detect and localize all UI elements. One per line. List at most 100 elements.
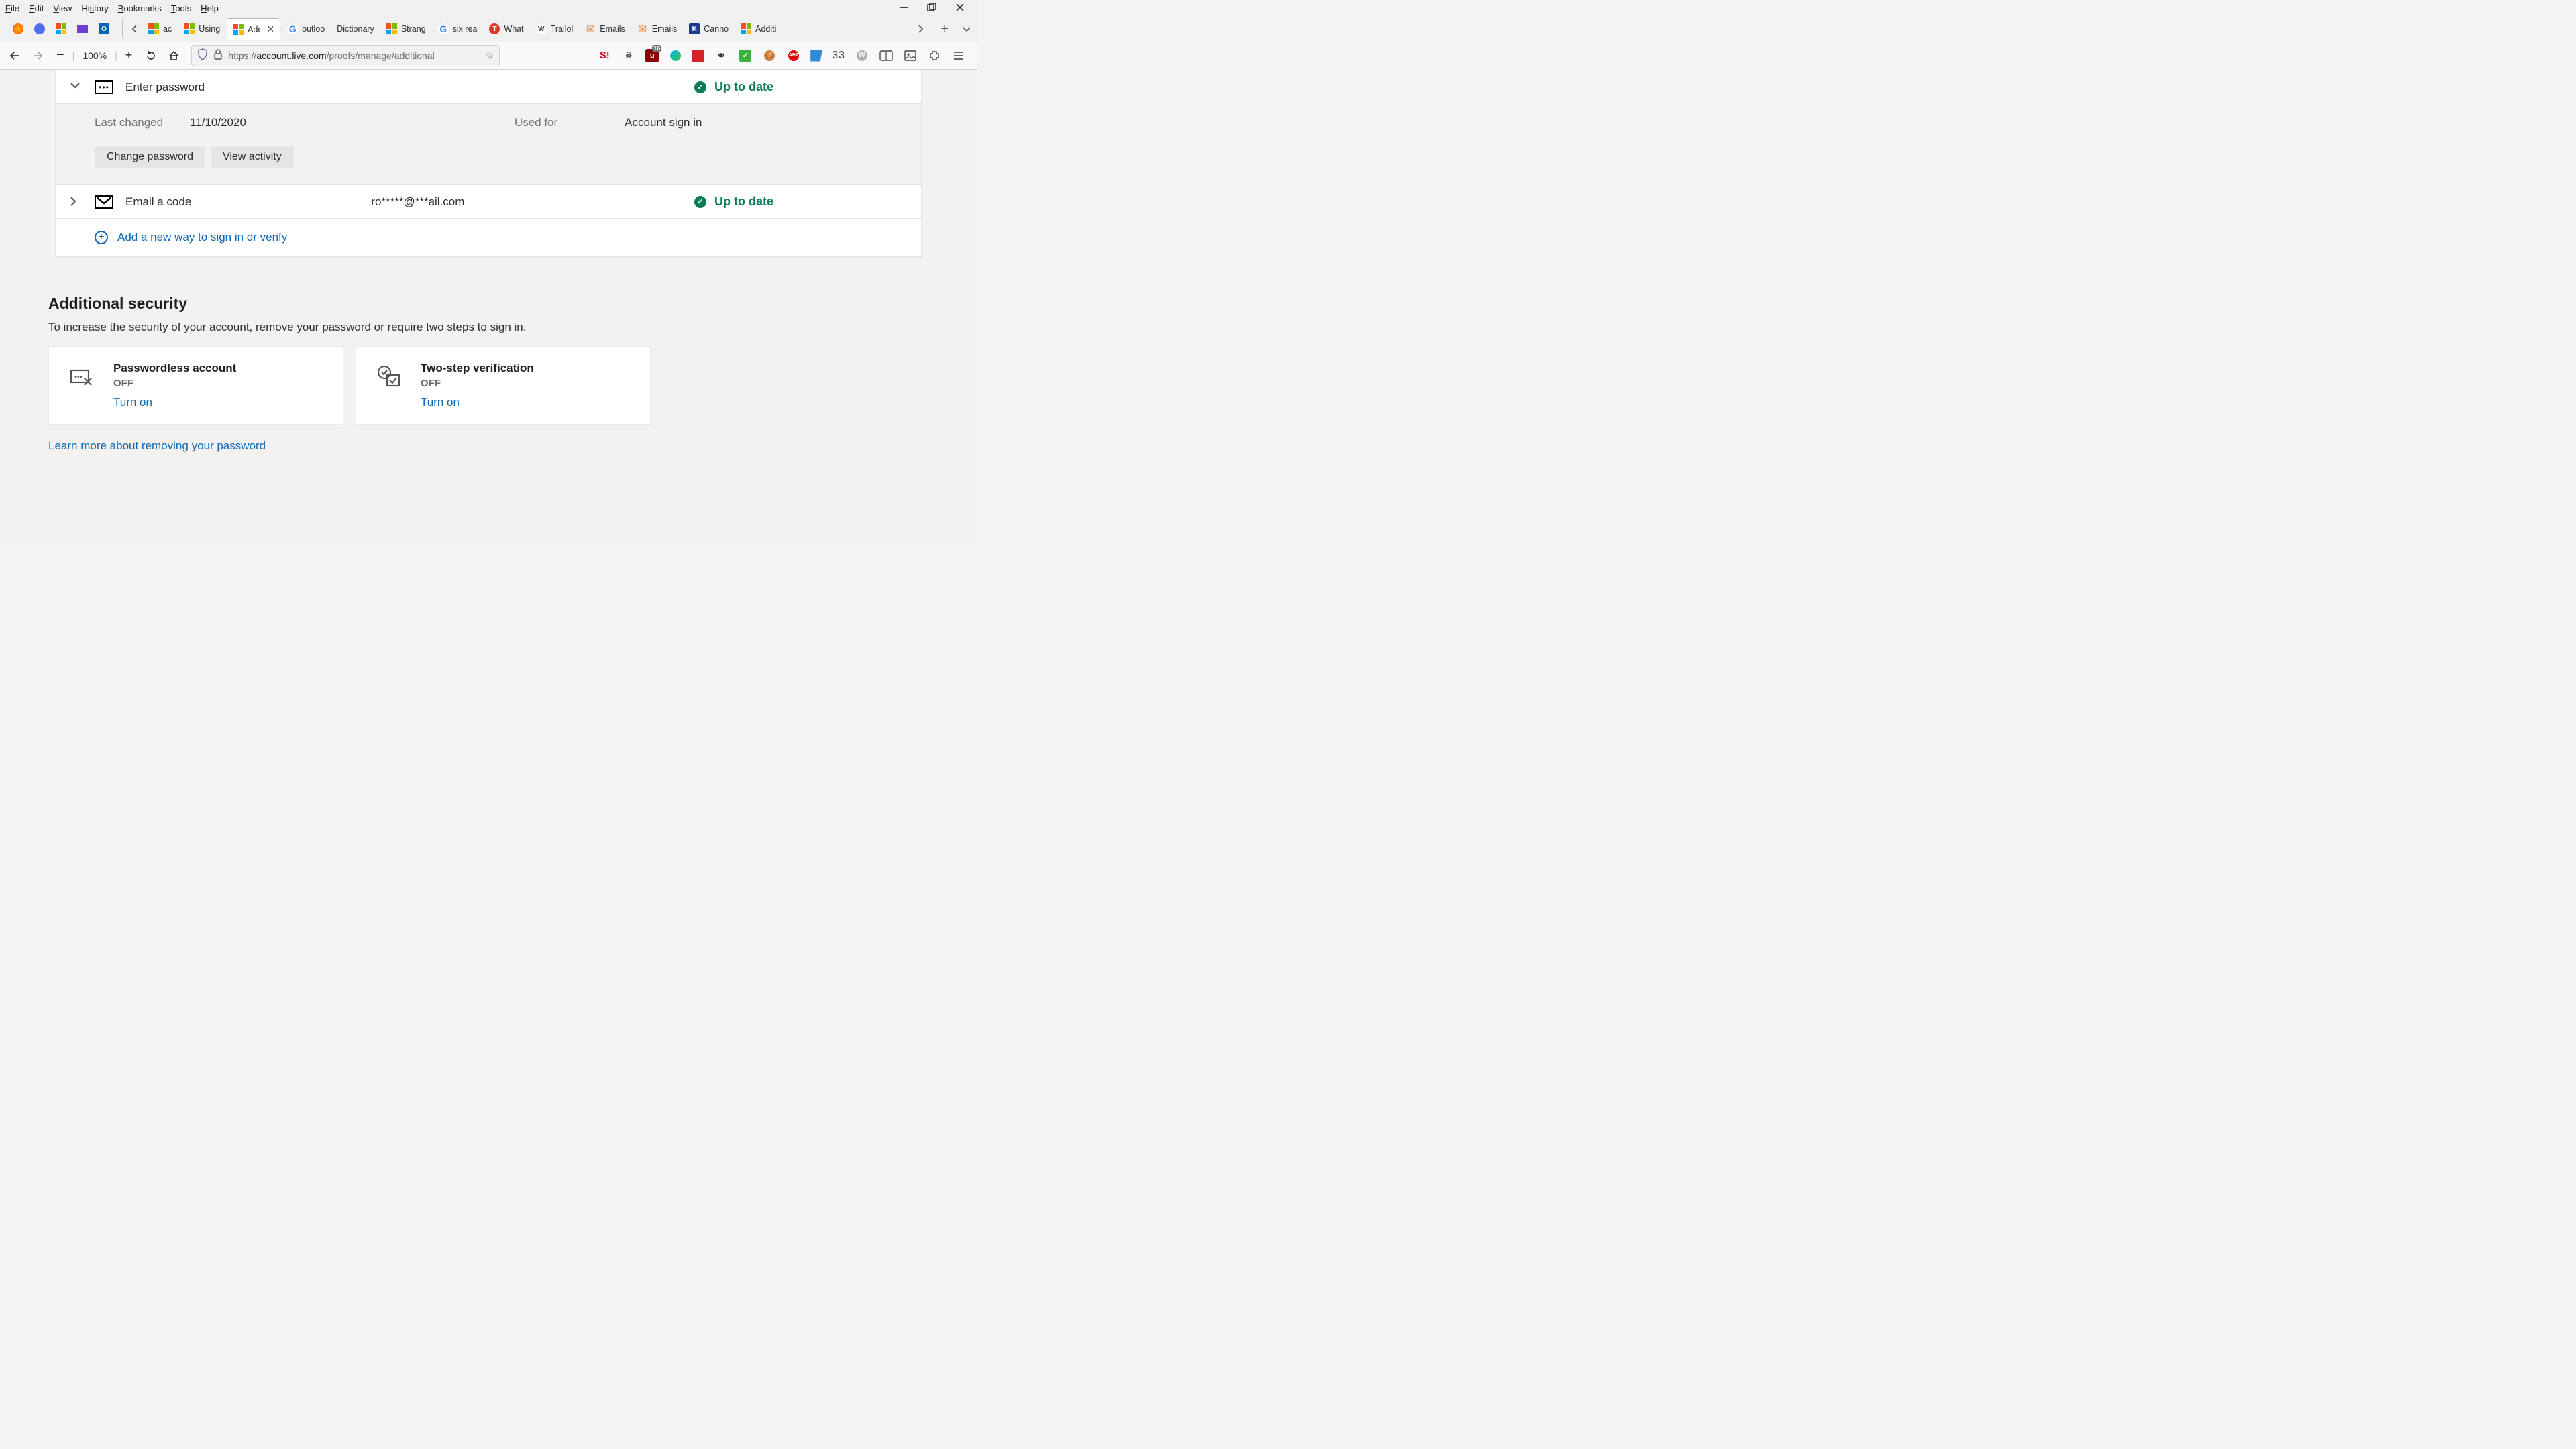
window-maximize-icon[interactable]: [927, 3, 936, 14]
url-text: https://account.live.com/proofs/manage/a…: [228, 50, 480, 61]
email-status-text: Up to date: [714, 195, 773, 209]
ext-red-square-icon[interactable]: [692, 50, 704, 62]
envelope-icon: [95, 195, 113, 209]
tab-ac[interactable]: ac: [143, 18, 177, 40]
back-button[interactable]: [7, 48, 23, 64]
tab-additional-active[interactable]: Adc✕: [227, 18, 280, 40]
ext-w-icon[interactable]: W: [855, 48, 869, 63]
tab-cannot[interactable]: KCanno: [684, 18, 734, 40]
additional-subtitle: To increase the security of your account…: [48, 321, 922, 334]
tab-divider: [122, 19, 123, 38]
passwordless-title: Passwordless account: [113, 362, 236, 375]
ext-green-shield-icon[interactable]: ✓: [738, 48, 753, 63]
passwordless-turn-on-link[interactable]: Turn on: [113, 396, 236, 409]
twostep-title: Two-step verification: [421, 362, 534, 375]
microsoft-icon[interactable]: [55, 23, 67, 35]
menu-history[interactable]: History: [81, 3, 108, 13]
menu-bar: File Edit View History Bookmarks Tools H…: [0, 0, 977, 16]
menu-file[interactable]: File: [5, 3, 19, 13]
navigation-toolbar: − | 100% | + https://account.live.com/pr…: [0, 42, 977, 70]
twostep-turn-on-link[interactable]: Turn on: [421, 396, 534, 409]
window-minimize-icon[interactable]: [899, 3, 908, 14]
new-tab-button[interactable]: +: [941, 21, 949, 37]
scroll-tabs-left[interactable]: [128, 19, 142, 38]
zoom-in-button[interactable]: +: [125, 48, 133, 62]
additional-security-section: Additional security To increase the secu…: [48, 294, 922, 425]
chevron-right-icon: [69, 195, 83, 209]
menu-bookmarks[interactable]: Bookmarks: [118, 3, 162, 13]
menu-edit[interactable]: Edit: [29, 3, 44, 13]
used-for-label: Used for: [515, 116, 557, 129]
menu-help[interactable]: Help: [201, 3, 219, 13]
menu-view[interactable]: View: [53, 3, 72, 13]
passwordless-state: OFF: [113, 378, 236, 389]
tab-using[interactable]: Using: [178, 18, 225, 40]
mail-icon[interactable]: [76, 23, 89, 35]
passwordless-icon: •••: [68, 362, 97, 391]
tab-strange[interactable]: Strang: [381, 18, 431, 40]
app-menu-button[interactable]: [951, 48, 966, 63]
window-close-icon[interactable]: [955, 3, 965, 14]
used-for-value: Account sign in: [625, 116, 702, 129]
reload-button[interactable]: [143, 48, 159, 64]
twostep-state: OFF: [421, 378, 534, 389]
address-bar[interactable]: https://account.live.com/proofs/manage/a…: [191, 45, 500, 66]
extensions-button[interactable]: [927, 48, 942, 63]
email-code-card: Email a code ro*****@***ail.com ✓ Up to …: [55, 185, 922, 257]
tab-dictionary[interactable]: Dictionary: [331, 18, 380, 40]
ext-count[interactable]: 33: [832, 50, 845, 62]
add-signin-method[interactable]: + Add a new way to sign in or verify: [56, 218, 921, 256]
scroll-tabs-right[interactable]: [914, 19, 927, 38]
firefox-icon[interactable]: [12, 23, 24, 35]
tab-emails2[interactable]: ✉Emails: [632, 18, 683, 40]
tab-what[interactable]: TWhat: [484, 18, 529, 40]
ext-edge-icon[interactable]: [668, 48, 683, 63]
ext-image-icon[interactable]: [903, 48, 918, 63]
page-content: ••• Enter password ✓ Up to date Last cha…: [0, 70, 977, 547]
ext-cookie-icon[interactable]: 🍪: [762, 48, 777, 63]
outlook-icon[interactable]: O: [98, 23, 110, 35]
tab-additi[interactable]: Additi: [735, 18, 782, 40]
change-password-button[interactable]: Change password: [95, 146, 205, 168]
ext-abp-icon[interactable]: ABP: [786, 48, 801, 63]
last-changed-label: Last changed: [95, 116, 163, 129]
bookmark-star-icon[interactable]: ☆: [486, 50, 494, 61]
ext-skull-icon[interactable]: ☠: [621, 48, 636, 63]
zoom-out-button[interactable]: −: [56, 48, 64, 63]
ext-beads-icon[interactable]: ⚭: [714, 48, 729, 63]
menu-tools[interactable]: Tools: [171, 3, 191, 13]
email-row-address: ro*****@***ail.com: [371, 195, 464, 209]
list-tabs-button[interactable]: [962, 23, 971, 34]
tab-sixrea[interactable]: Gsix rea: [433, 18, 483, 40]
tab-trailok[interactable]: WTrailol: [531, 18, 579, 40]
password-row-body: Last changed 11/10/2020 Used for Account…: [56, 104, 921, 184]
password-body-card: Last changed 11/10/2020 Used for Account…: [55, 104, 922, 185]
password-row-header[interactable]: ••• Enter password ✓ Up to date: [56, 70, 921, 103]
forward-button[interactable]: [30, 48, 46, 64]
lock-icon[interactable]: [213, 49, 223, 62]
email-row-header[interactable]: Email a code ro*****@***ail.com ✓ Up to …: [56, 185, 921, 218]
password-card: ••• Enter password ✓ Up to date: [55, 70, 922, 104]
zoom-level: 100%: [83, 50, 107, 61]
tab-strip: O ac Using Adc✕ Goutloo Dictionary Stran…: [0, 16, 977, 42]
tab-outlook[interactable]: Goutloo: [282, 18, 330, 40]
passwordless-card: ••• Passwordless account OFF Turn on: [48, 346, 343, 425]
tab-close-icon[interactable]: ✕: [266, 23, 274, 35]
shield-icon[interactable]: [197, 48, 208, 62]
ext-ublock-icon[interactable]: u16: [645, 49, 659, 62]
check-circle-icon: ✓: [694, 196, 706, 208]
learn-more-link[interactable]: Learn more about removing your password: [48, 439, 266, 453]
email-row-title: Email a code: [125, 195, 191, 209]
plus-circle-icon: +: [95, 231, 108, 244]
svg-text:•••: •••: [74, 373, 83, 381]
chat-icon[interactable]: [34, 23, 46, 35]
tab-emails1[interactable]: ✉Emails: [580, 18, 631, 40]
ext-blue-flag-icon[interactable]: [810, 50, 822, 62]
ext-reader-icon[interactable]: [879, 48, 894, 63]
view-activity-button[interactable]: View activity: [211, 146, 294, 168]
home-button[interactable]: [166, 48, 182, 64]
zoom-controls: − | 100% | +: [56, 48, 132, 63]
ext-s-icon[interactable]: S!: [597, 48, 612, 63]
window-controls: [899, 0, 977, 14]
add-signin-label: Add a new way to sign in or verify: [117, 231, 287, 244]
